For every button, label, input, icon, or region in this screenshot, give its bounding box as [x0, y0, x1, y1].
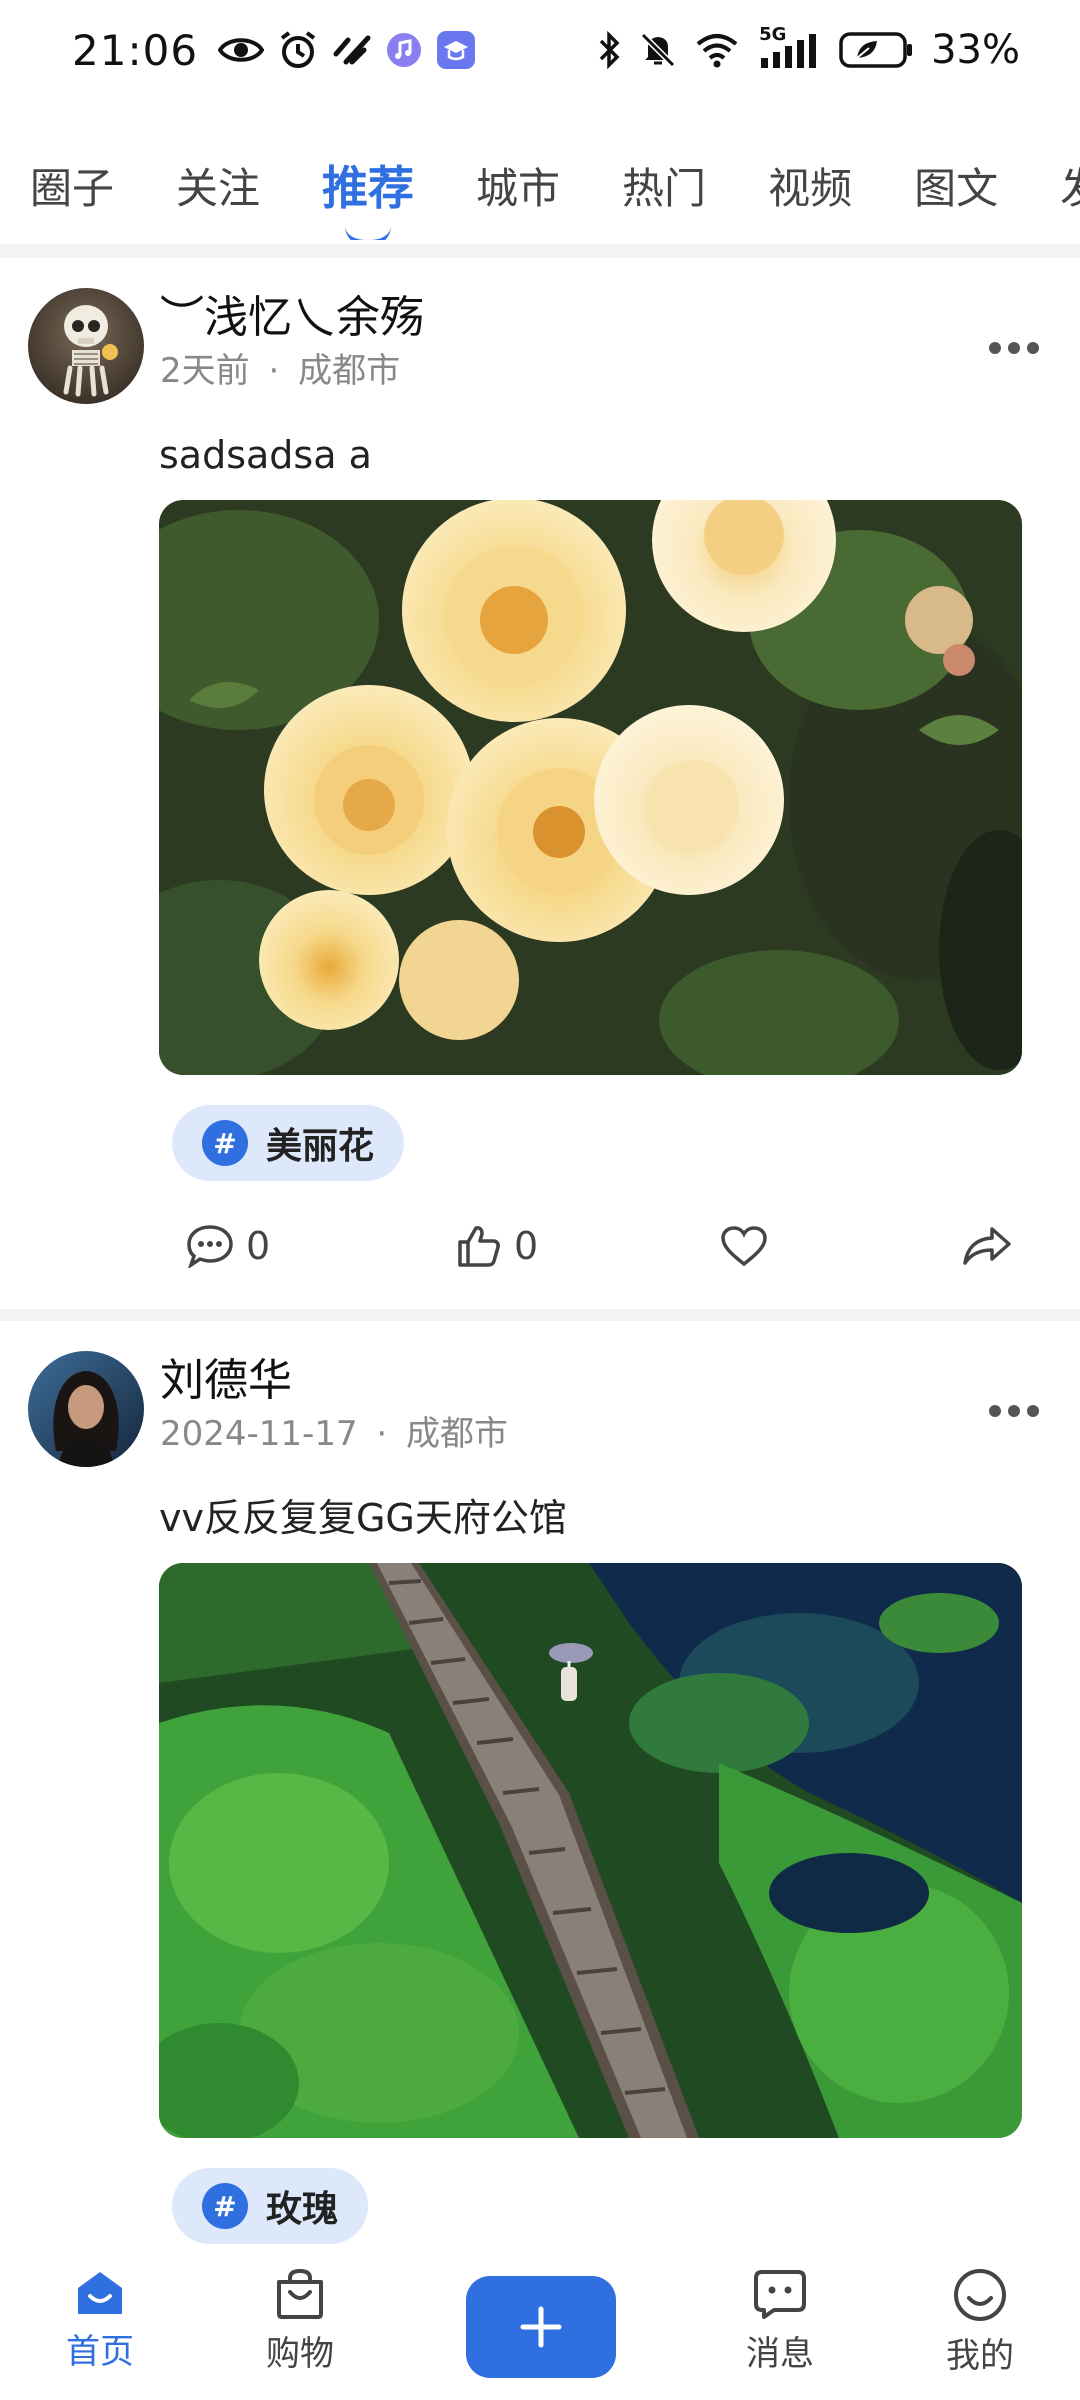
post-image-roses[interactable]: [159, 500, 1022, 1075]
more-icon: [989, 1405, 1039, 1417]
plus-icon: [520, 2306, 562, 2348]
post-location: 成都市: [298, 351, 401, 391]
tab-discover-partial[interactable]: 发: [1060, 155, 1080, 216]
post-text: sadsadsa a: [159, 433, 372, 477]
nav-messages[interactable]: 消息: [710, 2268, 850, 2375]
post-header: 刘德华 2024-11-17 · 成都市: [0, 1351, 1080, 1471]
avatar[interactable]: [28, 288, 144, 404]
tab-city[interactable]: 城市: [476, 155, 560, 216]
publish-button[interactable]: [466, 2276, 616, 2378]
tabs-divider: [0, 244, 1080, 258]
hashtag-icon: #: [202, 1120, 248, 1166]
hashtag-icon: #: [202, 2183, 248, 2229]
alarm-icon: [278, 30, 318, 70]
meta-separator: ·: [268, 351, 280, 391]
topic-label: 美丽花: [266, 1126, 375, 1167]
post-location: 成都市: [406, 1414, 509, 1454]
feed-list: ︶浅忆乀余殇 2天前 · 成都市 sadsadsa a # 美丽花 0 0 刘德…: [0, 258, 1080, 2248]
tab-image-text[interactable]: 图文: [914, 155, 998, 216]
more-icon: [989, 342, 1039, 354]
author-block: ︶浅忆乀余殇 2天前 · 成都市: [160, 288, 424, 394]
status-bar: 21:06 5G 33%: [0, 0, 1080, 100]
author-name[interactable]: ︶浅忆乀余殇: [160, 290, 424, 346]
message-icon: [754, 2270, 806, 2319]
status-right-icons: 5G 33%: [597, 24, 1020, 73]
feed-tabs: 圈子 关注 推荐 城市 热门 视频 图文 发: [0, 130, 1080, 240]
shopping-bag-icon: [277, 2268, 323, 2319]
post-card[interactable]: 刘德华 2024-11-17 · 成都市 vv反反复复GG天府公馆 # 玫瑰: [0, 1321, 1080, 2244]
tab-recommend[interactable]: 推荐: [322, 152, 414, 218]
post-card[interactable]: ︶浅忆乀余殇 2天前 · 成都市 sadsadsa a # 美丽花 0 0: [0, 258, 1080, 1321]
post-header: ︶浅忆乀余殇 2天前 · 成都市: [0, 288, 1080, 408]
home-icon: [78, 2272, 122, 2314]
network-type-label: 5G: [759, 24, 787, 45]
comment-count: 0: [246, 1224, 271, 1268]
education-app-icon: [436, 30, 476, 70]
topic-tag[interactable]: # 美丽花: [172, 1105, 405, 1181]
bottom-nav: 首页 购物 消息 我的: [0, 2248, 1080, 2400]
battery-icon: [839, 31, 913, 69]
post-meta: 2天前 · 成都市: [160, 348, 424, 394]
nav-me[interactable]: 我的: [910, 2268, 1050, 2377]
post-meta: 2024-11-17 · 成都市: [160, 1411, 508, 1457]
author-name[interactable]: 刘德华: [160, 1353, 508, 1409]
comment-button[interactable]: 0: [186, 1224, 270, 1268]
more-options-button[interactable]: [984, 1381, 1044, 1441]
post-image-boardwalk[interactable]: [159, 1563, 1022, 2138]
mute-icon: [639, 31, 677, 69]
app-icon: [332, 32, 372, 68]
tab-follow[interactable]: 关注: [176, 155, 260, 216]
meta-separator: ·: [376, 1414, 388, 1454]
nav-home[interactable]: 首页: [30, 2268, 170, 2373]
favorite-button[interactable]: [720, 1225, 768, 1267]
post-time: 2024-11-17: [160, 1414, 358, 1454]
bluetooth-icon: [597, 31, 621, 69]
tab-video[interactable]: 视频: [768, 155, 852, 216]
post-text: vv反反复复GG天府公馆: [159, 1496, 567, 1540]
nav-shop[interactable]: 购物: [230, 2268, 370, 2375]
topic-tag[interactable]: # 玫瑰: [172, 2168, 369, 2244]
nav-me-label: 我的: [946, 2336, 1014, 2376]
thumbs-up-icon: [458, 1226, 500, 1267]
comment-icon: [187, 1225, 233, 1268]
status-left-icons: [218, 30, 476, 70]
music-icon: [386, 32, 422, 68]
battery-percent: 33%: [931, 27, 1020, 73]
tab-circle[interactable]: 圈子: [30, 155, 114, 216]
status-time: 21:06: [72, 25, 199, 75]
wifi-icon: [695, 32, 739, 68]
like-count: 0: [514, 1224, 539, 1268]
heart-icon: [721, 1226, 767, 1267]
nav-messages-label: 消息: [746, 2334, 814, 2374]
post-divider: [0, 1309, 1080, 1321]
nav-home-label: 首页: [66, 2332, 134, 2372]
smiley-profile-icon: [954, 2269, 1006, 2321]
more-options-button[interactable]: [984, 318, 1044, 378]
eye-icon: [218, 33, 265, 67]
share-icon: [963, 1227, 1011, 1265]
topic-label: 玫瑰: [266, 2189, 339, 2230]
avatar[interactable]: [28, 1351, 144, 1467]
post-time: 2天前: [160, 351, 250, 391]
signal-5g-icon: 5G: [757, 24, 821, 70]
share-button[interactable]: [962, 1225, 1012, 1267]
post-actions: 0 0: [0, 1201, 1080, 1291]
author-block: 刘德华 2024-11-17 · 成都市: [160, 1351, 508, 1457]
nav-shop-label: 购物: [266, 2334, 334, 2374]
tab-hot[interactable]: 热门: [622, 155, 706, 216]
like-button[interactable]: 0: [456, 1224, 538, 1268]
